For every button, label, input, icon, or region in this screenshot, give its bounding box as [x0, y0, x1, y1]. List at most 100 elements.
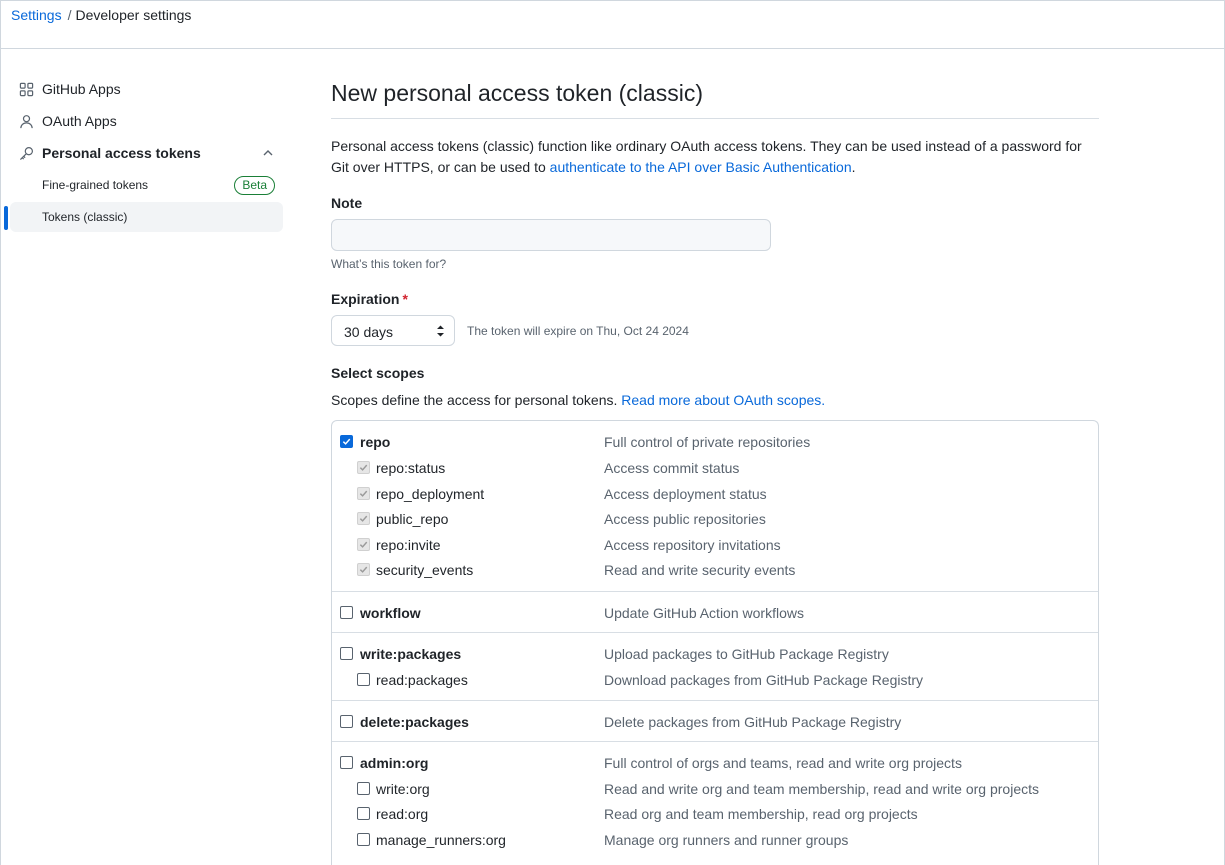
- scope-row: write:packages Upload packages to GitHub …: [332, 644, 1098, 664]
- scope-name: security_events: [376, 562, 474, 579]
- scope-name: read:org: [376, 806, 429, 823]
- scope-description: Read org and team membership, read org p…: [604, 806, 918, 823]
- scope-row: delete:packages Delete packages from GitH…: [332, 712, 1098, 732]
- scope-description: Full control of orgs and teams, read and…: [604, 754, 962, 771]
- sidebar-item-oauth-apps[interactable]: OAuth Apps: [10, 106, 283, 136]
- sidebar-subitem-tokens-classic[interactable]: Tokens (classic): [10, 202, 283, 232]
- note-label: Note: [331, 195, 363, 211]
- breadcrumb-separator: /: [67, 7, 72, 23]
- beta-badge: Beta: [234, 176, 275, 195]
- scope-group: admin:org Full control of orgs and teams,…: [332, 740, 1098, 860]
- scopes-table: repo Full control of private repositories…: [331, 420, 1099, 865]
- scopes-desc-text: Scopes define the access for personal to…: [331, 392, 622, 408]
- title-divider: [331, 118, 1099, 119]
- scope-name: repo: [360, 434, 391, 450]
- page-title: New personal access token (classic): [331, 80, 703, 106]
- scope-name: write:org: [376, 780, 430, 797]
- sidebar-subitem-label: Tokens (classic): [42, 210, 128, 224]
- breadcrumb-settings-link[interactable]: Settings: [11, 7, 62, 23]
- sub-scope-row: repo:status Access commit status: [332, 458, 1098, 478]
- scope-row: admin:org Full control of orgs and teams,…: [332, 753, 1098, 773]
- scope-description: Delete packages from GitHub Package Regi…: [604, 713, 902, 730]
- sidebar-item-github-apps[interactable]: GitHub Apps: [10, 74, 283, 104]
- sub-scope-row: read:org Read org and team membership, re…: [332, 804, 1098, 824]
- scope-description: Access deployment status: [604, 485, 767, 502]
- scope-row: workflow Update GitHub Action workflows: [332, 603, 1098, 623]
- basic-auth-link[interactable]: authenticate to the API over Basic Authe…: [550, 159, 852, 175]
- apps-grid-icon: [19, 82, 34, 97]
- intro-end: .: [851, 159, 856, 175]
- scope-checkbox[interactable]: [357, 537, 370, 551]
- scope-description: Full control of private repositories: [604, 434, 811, 450]
- chevron-up-icon[interactable]: [262, 147, 274, 159]
- active-indicator: [4, 206, 8, 230]
- oauth-scopes-link[interactable]: Read more about OAuth scopes.: [621, 392, 825, 408]
- expiration-selected-value: 30 days: [344, 324, 394, 340]
- sidebar-item-label: Personal access tokens: [42, 145, 201, 161]
- sidebar-item-label: GitHub Apps: [42, 81, 121, 97]
- scope-description: Download packages from GitHub Package Re…: [604, 672, 924, 688]
- person-icon: [20, 115, 33, 129]
- scope-checkbox[interactable]: [357, 781, 370, 795]
- expiration-label: Expiration *: [331, 291, 408, 307]
- scope-name: repo_deployment: [376, 485, 485, 502]
- top-bar: Settings / Developer settings: [0, 0, 1225, 49]
- scope-name: admin:org: [360, 754, 429, 771]
- scope-checkbox[interactable]: [357, 563, 370, 577]
- scope-checkbox[interactable]: [357, 486, 370, 500]
- key-icon: [19, 146, 34, 161]
- scope-checkbox[interactable]: [340, 647, 353, 660]
- scope-name: public_repo: [376, 511, 449, 528]
- sub-scope-row: security_events Read and write security e…: [332, 560, 1098, 580]
- expiration-label-text: Expiration: [331, 291, 400, 307]
- sidebar-item-label: OAuth Apps: [42, 113, 117, 129]
- scope-description: Upload packages to GitHub Package Regist…: [604, 646, 889, 662]
- sub-scope-row: repo_deployment Access deployment status: [332, 484, 1098, 504]
- sub-scope-row: manage_runners:org Manage org runners and…: [332, 830, 1098, 850]
- required-mark: *: [402, 291, 408, 307]
- scope-group: delete:packages Delete packages from GitH…: [332, 699, 1098, 741]
- sidebar-item-personal-access-tokens[interactable]: Personal access tokens: [10, 138, 283, 168]
- select-scopes-label: Select scopes: [331, 365, 425, 381]
- scope-name: read:packages: [376, 672, 468, 688]
- sub-scope-row: public_repo Access public repositories: [332, 509, 1098, 529]
- expiration-hint: The token will expire on Thu, Oct 24 202…: [467, 324, 689, 338]
- scope-name: workflow: [360, 605, 421, 621]
- scope-name: delete:packages: [360, 713, 469, 730]
- scope-checkbox[interactable]: [340, 714, 353, 728]
- scope-checkbox[interactable]: [357, 807, 370, 821]
- sub-scope-row: write:org Read and write org and team mem…: [332, 779, 1098, 799]
- scope-checkbox[interactable]: [340, 435, 353, 448]
- select-arrows-icon: [437, 325, 444, 337]
- scope-group: write:packages Upload packages to GitHub …: [332, 632, 1098, 700]
- sidebar-subitem-label: Fine-grained tokens: [42, 178, 149, 192]
- scope-checkbox[interactable]: [340, 606, 353, 619]
- scope-description: Update GitHub Action workflows: [604, 605, 804, 621]
- scope-description: Read and write org and team membership, …: [604, 780, 1039, 797]
- scope-name: write:packages: [360, 646, 462, 662]
- scope-group: workflow Update GitHub Action workflows: [332, 591, 1098, 632]
- scope-checkbox[interactable]: [357, 832, 370, 846]
- sub-scope-row: repo:invite Access repository invitations: [332, 535, 1098, 555]
- expiration-select[interactable]: 30 days: [331, 315, 455, 346]
- breadcrumb-current: Developer settings: [75, 7, 192, 23]
- scope-checkbox[interactable]: [357, 461, 370, 474]
- scope-row: repo Full control of private repositories: [332, 432, 1098, 452]
- scope-checkbox[interactable]: [357, 512, 370, 526]
- sub-scope-row: read:packages Download packages from GitH…: [332, 670, 1098, 690]
- scope-checkbox[interactable]: [357, 673, 370, 686]
- breadcrumb: Settings / Developer settings: [11, 7, 191, 23]
- scope-description: Access commit status: [604, 460, 740, 476]
- scope-group: repo Full control of private repositories…: [332, 421, 1098, 591]
- note-hint: What’s this token for?: [331, 257, 447, 271]
- scope-description: Manage org runners and runner groups: [604, 831, 849, 848]
- scope-description: Read and write security events: [604, 562, 796, 579]
- intro-paragraph: Personal access tokens (classic) functio…: [331, 136, 1099, 178]
- note-input[interactable]: [331, 219, 771, 251]
- sidebar-subitem-fine-grained-tokens[interactable]: Fine-grained tokens Beta: [10, 170, 283, 200]
- scope-checkbox[interactable]: [340, 755, 353, 769]
- scopes-description: Scopes define the access for personal to…: [331, 391, 825, 409]
- scope-name: repo:status: [376, 460, 446, 476]
- scope-name: repo:invite: [376, 536, 441, 553]
- scope-description: Access repository invitations: [604, 536, 781, 553]
